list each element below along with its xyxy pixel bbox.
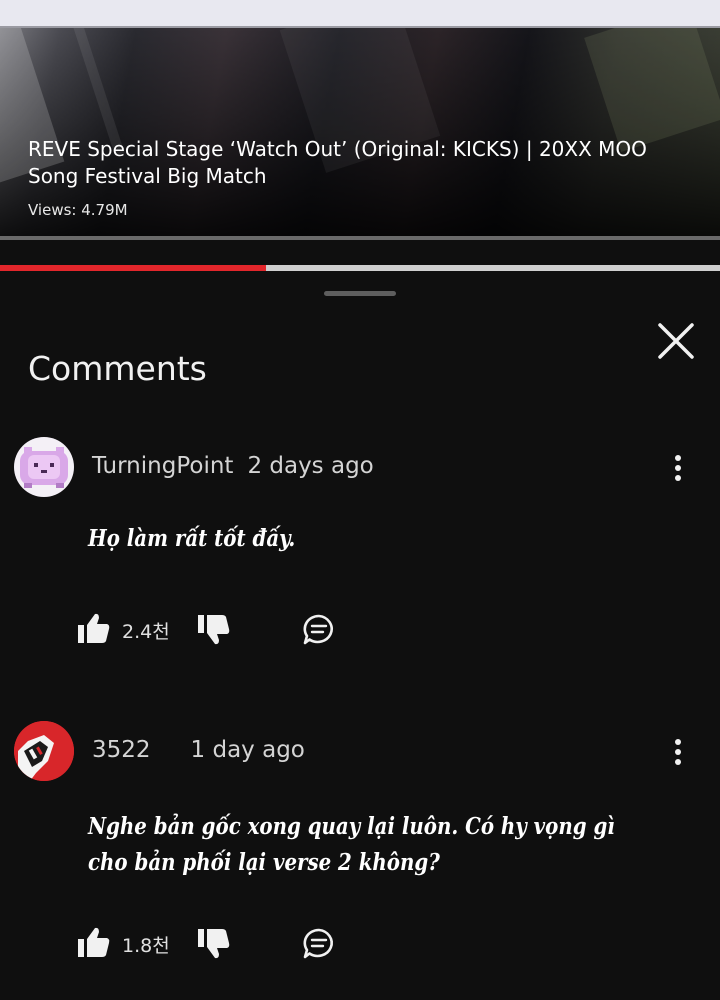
avatar[interactable] [14, 437, 74, 497]
reply-icon[interactable] [302, 927, 336, 961]
comments-sheet: Comments TurningPoint 2 days ago Họ làm … [0, 271, 720, 1000]
drag-handle[interactable] [324, 291, 396, 296]
comments-title: Comments [28, 349, 207, 388]
comment-text: Họ làm rất tốt đấy. [88, 525, 296, 552]
comment-text: Nghe bản gốc xong quay lại luôn. Có hy v… [88, 813, 615, 876]
more-options-icon[interactable] [666, 453, 690, 483]
like-count: 1.8천 [122, 935, 170, 957]
comment-actions: 2.4천 [76, 611, 376, 647]
comment-actions: 1.8천 [76, 925, 376, 961]
avatar[interactable] [14, 721, 74, 781]
comment-author[interactable]: TurningPoint [92, 453, 233, 479]
reply-icon[interactable] [302, 613, 336, 647]
video-frame-detail [584, 28, 720, 153]
top-strip [0, 0, 720, 26]
more-options-icon[interactable] [666, 737, 690, 767]
video-player[interactable]: REVE Special Stage ‘Watch Out’ (Original… [0, 26, 720, 238]
like-count: 2.4천 [122, 621, 170, 643]
video-views: Views: 4.79M [28, 201, 128, 219]
like-icon[interactable] [76, 611, 112, 645]
close-icon[interactable] [652, 317, 700, 365]
video-title: REVE Special Stage ‘Watch Out’ (Original… [28, 137, 647, 188]
comment-time: 1 day ago [190, 737, 305, 763]
comment-author-line: TurningPoint 2 days ago [92, 453, 374, 479]
panel-divider [0, 236, 720, 240]
dislike-icon[interactable] [196, 927, 232, 961]
like-icon[interactable] [76, 925, 112, 959]
comment-author-line: 3522 1 day ago [92, 737, 305, 763]
comment-author[interactable]: 3522 [92, 737, 151, 763]
dislike-icon[interactable] [196, 613, 232, 647]
comment-time: 2 days ago [247, 453, 374, 479]
